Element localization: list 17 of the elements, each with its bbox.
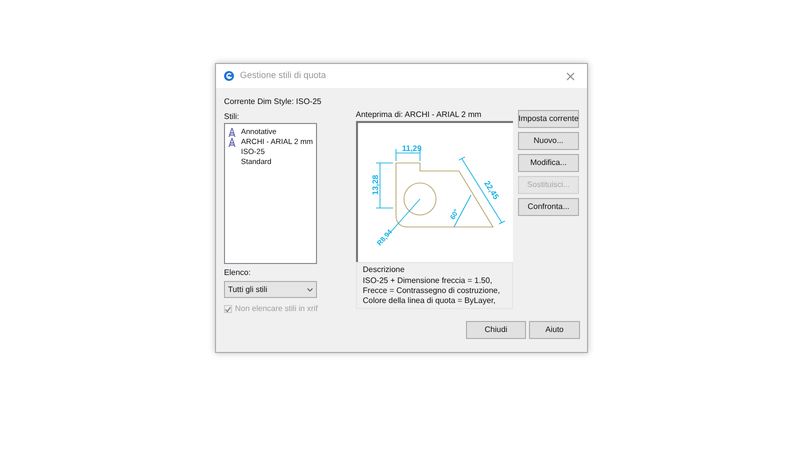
- dialog-button[interactable]: Nuovo...: [518, 132, 579, 150]
- dialog-button[interactable]: Confronta...: [518, 198, 579, 216]
- app-logo-icon: [224, 71, 234, 81]
- close-icon[interactable]: [566, 72, 575, 80]
- dialog-button[interactable]: Modifica...: [518, 154, 579, 172]
- current-style-label: Corrente Dim Style: ISO-25: [224, 96, 322, 108]
- dialog-button[interactable]: Aiuto: [529, 321, 580, 339]
- description-text: ISO-25 + Dimensione freccia = 1.50, Frecce = Contrassegno di costruzione, Colore della linea di quota = ByLayer,: [362, 276, 501, 306]
- list-label: Elenco:: [224, 268, 252, 278]
- preview-label: Anteprima di: ARCHI - ARIAL 2 mm: [356, 110, 482, 120]
- styles-label: Stili:: [224, 112, 240, 122]
- description-label: Descrizione: [362, 265, 406, 275]
- chevron-down-icon: [307, 288, 313, 292]
- list-dropdown[interactable]: Tutti gli stili: [224, 281, 317, 298]
- dialog-button[interactable]: Imposta corrente: [518, 110, 579, 128]
- window-title: Gestione stili di quota: [240, 69, 326, 82]
- dialog-button[interactable]: Chiudi: [466, 321, 526, 339]
